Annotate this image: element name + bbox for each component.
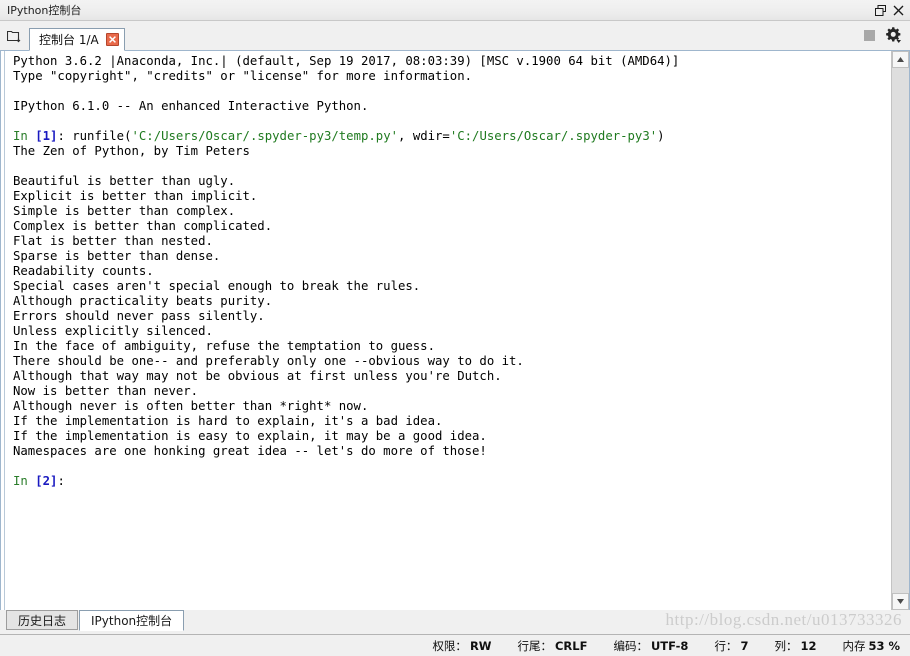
status-item-key: 行尾： [517,638,552,653]
scrollbar-track[interactable] [892,68,909,593]
console-output-line: Although practicality beats purity. [13,294,273,308]
console-tab-1[interactable]: 控制台 1/A [29,28,125,51]
bottom-tabbar: 历史日志 IPython控制台 [0,610,910,634]
console-vertical-scrollbar[interactable] [891,51,909,610]
prompt-in-label: In [13,129,36,143]
status-item-3: 行： 7 [714,638,748,654]
console-output-line: Simple is better than complex. [13,204,236,218]
console-prompt-line: In [1]: runfile('C:/Users/Oscar/.spyder-… [13,129,891,144]
status-item-4: 列： 12 [774,638,816,654]
status-item-1: 行尾： CRLF [517,638,587,654]
status-item-key: 内存 [842,638,866,653]
bottom-tab-1[interactable]: IPython控制台 [79,610,185,631]
chevron-down-icon[interactable] [892,593,909,610]
console-output-line: The Zen of Python, by Tim Peters [13,144,250,158]
console-output-line: Although never is often better than *rig… [13,399,369,413]
console-code-segment: 'C:/Users/Oscar/.spyder-py3' [449,129,658,143]
close-icon[interactable] [890,2,906,18]
status-item-value: UTF-8 [650,638,689,653]
prompt-colon: : [57,129,73,143]
gear-icon[interactable] [881,22,905,48]
console-output-line: Explicit is better than implicit. [13,189,258,203]
chevron-up-icon[interactable] [892,51,909,68]
ipython-console-window: IPython控制台 控制台 1/A Python 3.6.2 |Anacond… [0,0,910,656]
console-output-line: Flat is better than nested. [13,234,213,248]
console-output-line: Sparse is better than dense. [13,249,221,263]
window-titlebar: IPython控制台 [0,0,910,21]
console-output-line: Now is better than never. [13,384,199,398]
close-tab-icon[interactable] [105,33,119,46]
status-item-0: 权限： RW [432,638,491,654]
console-output-line: IPython 6.1.0 -- An enhanced Interactive… [13,99,369,113]
console-output-line: Special cases aren't special enough to b… [13,279,421,293]
console-output-line: Although that way may not be obvious at … [13,369,502,383]
browse-tabs-icon[interactable] [4,23,26,49]
console-output-line: There should be one-- and preferably onl… [13,354,524,368]
status-item-key: 权限： [432,638,467,653]
console-output-line: Type "copyright", "credits" or "license"… [13,69,473,83]
console-output-line: If the implementation is hard to explain… [13,414,443,428]
status-item-value: 53 % [868,638,900,653]
prompt-colon: : [57,474,65,488]
prompt-number: [1] [35,129,58,143]
prompt-number: [2] [35,474,58,488]
stop-icon[interactable] [857,22,881,48]
stop-square-glyph [863,29,875,41]
console-output-line: Beautiful is better than ugly. [13,174,236,188]
console-output-line: If the implementation is easy to explain… [13,429,487,443]
console-code-segment: runfile( [72,129,132,143]
status-item-key: 列： [774,638,798,653]
status-item-value: CRLF [554,638,588,653]
console-text[interactable]: Python 3.6.2 |Anaconda, Inc.| (default, … [4,51,891,610]
console-code-segment: ) [657,129,665,143]
console-prompt-line: In [2]: [13,474,891,489]
statusbar: 权限： RW 行尾： CRLF 编码： UTF-8 行： 7 列： 12 内存 53 % [0,634,910,656]
bottom-tab-0[interactable]: 历史日志 [6,610,79,630]
console-output-line: Unless explicitly silenced. [13,324,213,338]
console-output-line: Errors should never pass silently. [13,309,265,323]
bottom-tab-label: 历史日志 [18,613,67,628]
status-item-value: 7 [740,638,749,653]
console-code-segment: , wdir= [398,129,450,143]
status-item-5: 内存 53 % [842,638,900,654]
status-item-key: 行： [714,638,738,653]
console-tabstrip: 控制台 1/A [0,21,910,51]
status-item-key: 编码： [613,638,648,653]
status-item-2: 编码： UTF-8 [613,638,688,654]
console-tab-label: 控制台 1/A [39,33,99,47]
status-item-value: RW [469,638,492,653]
bottom-tab-label: IPython控制台 [91,614,173,628]
status-item-value: 12 [800,638,817,653]
console-output-area: Python 3.6.2 |Anaconda, Inc.| (default, … [0,51,910,610]
console-output-line: Python 3.6.2 |Anaconda, Inc.| (default, … [13,54,680,68]
restore-window-icon[interactable] [872,2,888,18]
console-output-line: Namespaces are one honking great idea --… [13,444,487,458]
console-output-line: In the face of ambiguity, refuse the tem… [13,339,435,353]
console-output-line: Complex is better than complicated. [13,219,273,233]
console-code-segment: 'C:/Users/Oscar/.spyder-py3/temp.py' [131,129,399,143]
console-output-line: Readability counts. [13,264,154,278]
window-title: IPython控制台 [7,4,82,17]
prompt-in-label: In [13,474,36,488]
